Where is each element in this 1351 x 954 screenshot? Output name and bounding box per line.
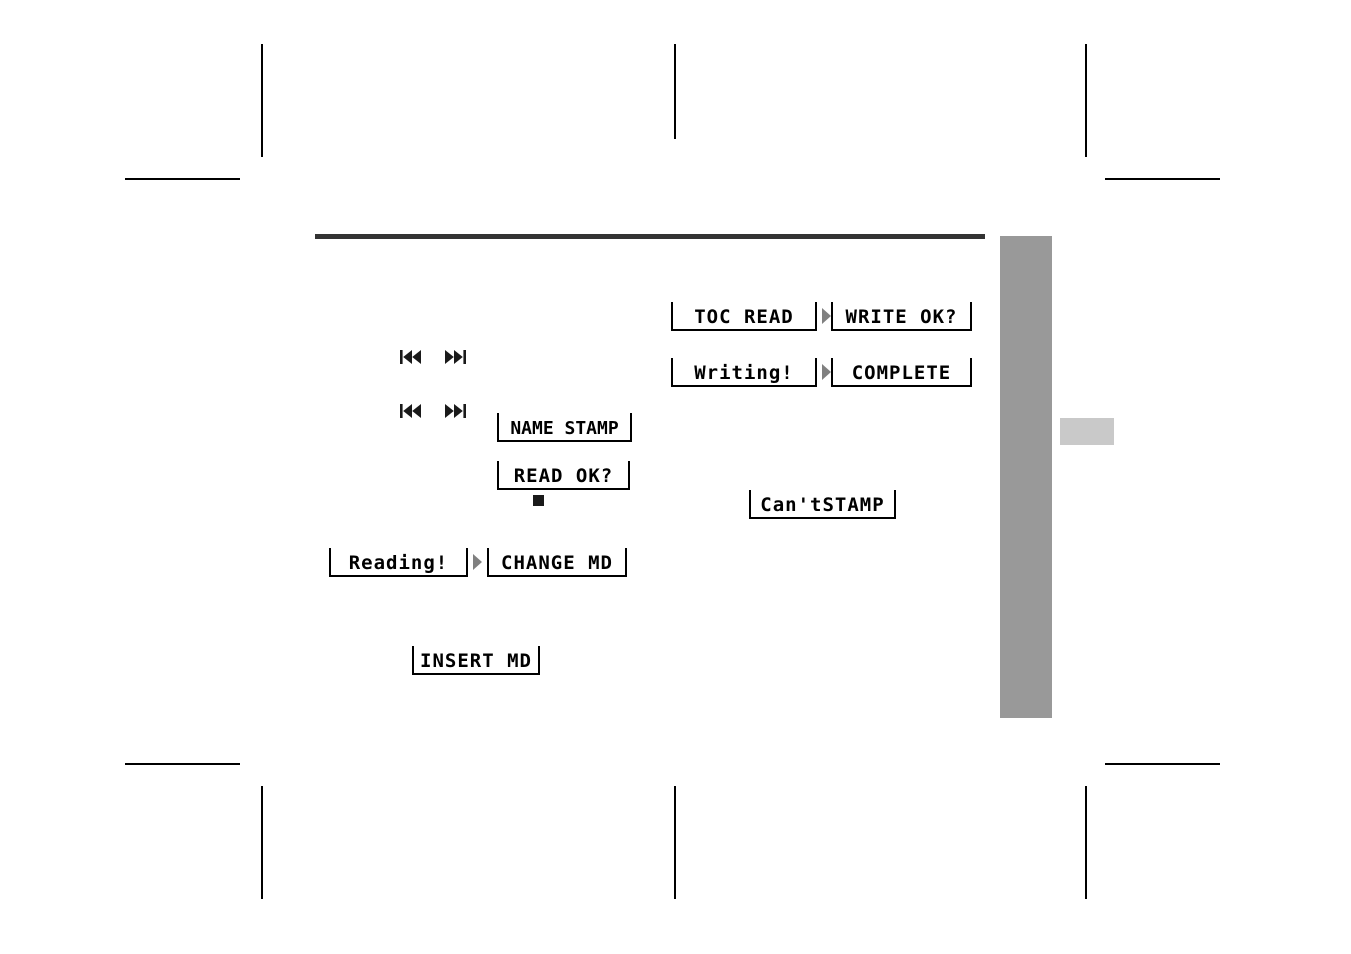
lcd-display-toc-read: TOC READ	[671, 302, 817, 331]
lcd-display-name-stamp: NAME STAMP	[497, 413, 632, 442]
lcd-display-complete: COMPLETE	[831, 358, 972, 387]
crop-mark-top-left	[125, 178, 240, 180]
lcd-text-toc-read: TOC READ	[694, 306, 794, 328]
lcd-display-insert-md: INSERT MD	[412, 646, 540, 675]
crop-mark-top-right	[1105, 178, 1220, 180]
side-index-tab-bar	[1000, 236, 1052, 718]
lcd-text-name-stamp: NAME STAMP	[510, 418, 619, 439]
lcd-text-write-ok: WRITE OK?	[845, 306, 958, 328]
lcd-text-writing: Writing!	[694, 362, 794, 384]
crop-mark-bottom-right	[1105, 763, 1220, 765]
transport-controls-row-2	[400, 404, 466, 418]
skip-backward-icon[interactable]	[400, 404, 422, 418]
lcd-text-read-ok: READ OK?	[513, 465, 614, 487]
crop-mark-center-top	[674, 44, 676, 139]
lcd-text-reading: Reading!	[348, 552, 449, 574]
lcd-display-writing: Writing!	[671, 358, 817, 387]
stop-icon[interactable]	[533, 495, 544, 506]
manual-page: NAME STAMP READ OK? Reading! CHANGE MD INSER…	[0, 0, 1351, 954]
skip-forward-icon[interactable]	[444, 350, 466, 364]
crop-mark-right-bottom	[1085, 786, 1087, 899]
transport-controls-row-1	[400, 350, 466, 364]
lcd-text-complete: COMPLETE	[851, 362, 952, 384]
crop-mark-left-top	[261, 44, 263, 157]
crop-mark-center-bottom	[674, 786, 676, 899]
skip-backward-icon[interactable]	[400, 350, 422, 364]
crop-mark-bottom-left	[125, 763, 240, 765]
crop-mark-left-bottom	[261, 786, 263, 899]
flow-arrow-writing	[822, 364, 831, 380]
lcd-display-reading: Reading!	[329, 548, 468, 577]
flow-arrow-toc-read	[822, 308, 831, 324]
side-index-tab-marker	[1060, 418, 1114, 445]
lcd-display-change-md: CHANGE MD	[487, 548, 627, 577]
crop-mark-right-top	[1085, 44, 1087, 157]
skip-forward-icon[interactable]	[444, 404, 466, 418]
lcd-display-cant-stamp: Can'tSTAMP	[749, 490, 896, 519]
section-heading-rule	[315, 234, 985, 239]
flow-arrow-reading	[473, 554, 482, 570]
lcd-text-cant-stamp: Can'tSTAMP	[760, 494, 885, 516]
lcd-display-read-ok: READ OK?	[497, 461, 630, 490]
lcd-text-change-md: CHANGE MD	[501, 552, 613, 574]
lcd-display-write-ok: WRITE OK?	[831, 302, 972, 331]
lcd-text-insert-md: INSERT MD	[420, 650, 532, 672]
